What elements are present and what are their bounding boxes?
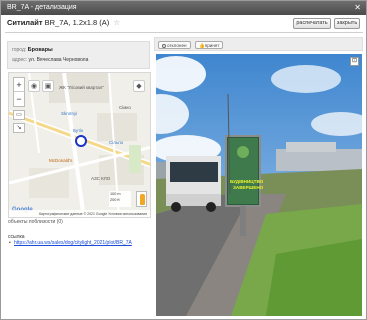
declined-label: отклонен — [167, 43, 187, 48]
map-label-azs: АЗС КЛО — [91, 176, 111, 181]
location-info: город: Бровары адрес: ул. Вячеслава Черн… — [7, 41, 150, 69]
zoom-out-button[interactable]: − — [14, 92, 24, 106]
map-label-silpo: Сільпо — [109, 140, 124, 145]
plot-link[interactable]: https://ahr.ua.ws/sales/dog/citylight_20… — [14, 240, 132, 246]
accepted-button[interactable]: 👍принят — [195, 41, 224, 49]
map[interactable]: + − ▭ ↘ ◉ ▣ ◆ ЖК "Лісовий квартал" Сімко… — [8, 72, 151, 218]
address-value: ул. Вячеслава Черновола — [28, 57, 89, 63]
gallery-icon[interactable]: ▣ — [42, 80, 54, 92]
zoom-in-button[interactable]: + — [14, 78, 24, 92]
nearby-objects-link[interactable]: объекты поблизости (0) — [8, 219, 63, 225]
billboard-photo: БУДІВНИЦТВО ЗАВЕРШЕНО ⊡ — [156, 54, 362, 316]
board-code: BR_7A, — [44, 18, 71, 27]
accepted-label: принят — [204, 43, 220, 48]
scale-meters: 100 m — [110, 192, 121, 196]
scale-feet: 200 ft — [110, 198, 120, 202]
address-row: адрес: ул. Вячеслава Черновола — [12, 57, 88, 63]
layers-icon[interactable]: ◆ — [133, 80, 145, 92]
close-button[interactable]: закрыть — [334, 18, 360, 29]
city-value: Бровары — [27, 47, 53, 53]
expand-icon[interactable]: ⊡ — [350, 57, 359, 66]
star-icon[interactable]: ☆ — [113, 18, 120, 27]
location-marker[interactable] — [75, 135, 87, 147]
window-titlebar: BR_7A - детализация ✕ — [1, 1, 366, 15]
map-label-mcdonalds: McDonald's — [49, 158, 73, 163]
declined-radio[interactable]: отклонен — [158, 41, 191, 49]
print-button[interactable]: распечатать — [293, 18, 331, 29]
board-type: Ситилайт — [7, 18, 43, 27]
city-row: город: Бровары — [12, 47, 53, 53]
address-label: адрес: — [12, 57, 28, 63]
radio-icon — [162, 43, 166, 48]
map-label-complex: ЖК "Лісовий квартал" — [59, 85, 104, 90]
city-label: город: — [12, 47, 27, 53]
camera-icon[interactable]: ◉ — [28, 80, 40, 92]
detail-window: BR_7A - детализация ✕ Ситилайт BR_7A, 1.… — [0, 0, 367, 320]
board-side: (A) — [99, 18, 110, 27]
close-icon[interactable]: ✕ — [354, 1, 361, 15]
header-divider — [5, 32, 363, 33]
page-title: Ситилайт BR_7A, 1.2x1.8 (A) ☆ — [7, 18, 120, 27]
links-section: ссылка • https://ahr.ua.ws/sales/dog/cit… — [8, 234, 132, 246]
arrow-icon[interactable]: ↘ — [13, 123, 25, 133]
map-scale: 100 m 200 ft — [109, 191, 131, 207]
zoom-control: + − — [13, 77, 25, 107]
map-attribution[interactable]: Картографические данные © 2021 Google Ус… — [9, 210, 150, 217]
billboard-text-line1: БУДІВНИЦТВО — [230, 179, 264, 184]
photo-status-bar: отклонен 👍принят — [154, 37, 363, 51]
ruler-icon[interactable]: ▭ — [13, 110, 25, 120]
billboard-text-line2: ЗАВЕРШЕНО — [233, 185, 264, 190]
map-label-butyk: Бутік — [73, 128, 84, 133]
board-size: 1.2x1.8 — [72, 18, 98, 27]
streetview-pegman-icon[interactable] — [136, 191, 147, 207]
link-bullet: • — [9, 240, 11, 246]
map-label-building: Сімко — [119, 105, 131, 110]
window-title: BR_7A - детализация — [7, 4, 77, 11]
map-label-skrotnyi: Skrotnyi — [61, 111, 78, 116]
